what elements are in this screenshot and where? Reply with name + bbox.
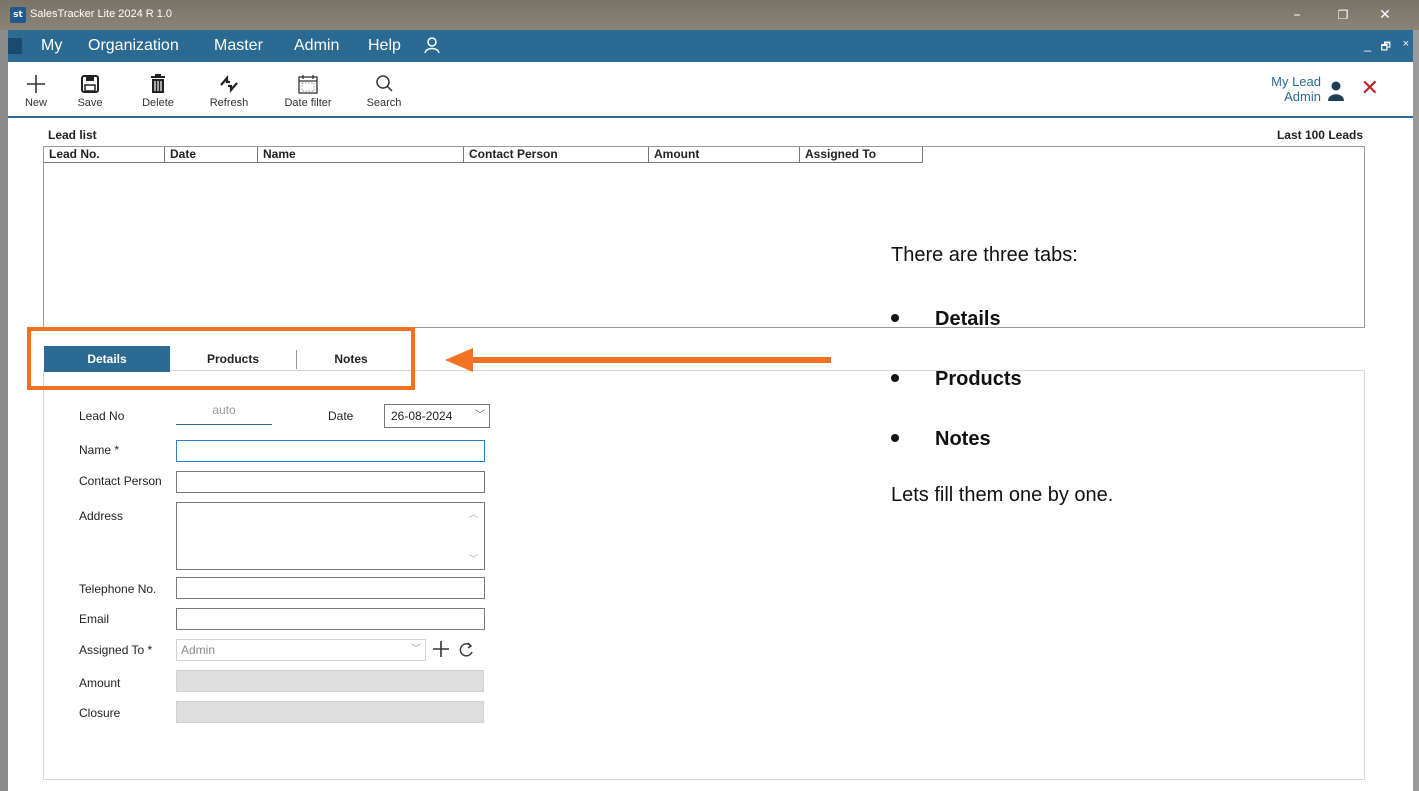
save-button[interactable]: Save [74, 72, 106, 109]
calendar-icon [298, 75, 318, 94]
closure-input [176, 701, 484, 723]
amount-input [176, 670, 484, 692]
assigned-to-select[interactable]: Admin ﹀ [176, 639, 426, 661]
menu-bar: My Organization Master Admin Help _ 🗗 × [8, 30, 1413, 62]
reload-icon[interactable] [457, 640, 475, 660]
contact-person-input[interactable] [176, 471, 485, 493]
minimize-button[interactable]: – [1282, 4, 1312, 26]
assigned-to-label: Assigned To * [79, 643, 153, 657]
menu-system-icon [8, 38, 22, 54]
menu-organization[interactable]: Organization [88, 37, 179, 55]
callout-bullet-details: Details [891, 308, 1001, 331]
lead-no-label: Lead No [79, 409, 125, 423]
context-user: Admin [1284, 89, 1321, 104]
delete-label: Delete [142, 97, 174, 109]
callout-bullet-notes: Notes [891, 428, 991, 451]
telephone-input[interactable] [176, 577, 485, 599]
lead-list-label: Lead list [48, 128, 97, 142]
scroll-down-icon[interactable]: ﹀ [469, 552, 478, 565]
email-input[interactable] [176, 608, 485, 630]
lead-no-field: auto [176, 403, 272, 425]
context-title: My Lead [1271, 74, 1321, 89]
callout-bullet-text: Details [935, 308, 1001, 330]
tabs-highlight-box [27, 327, 415, 390]
address-label: Address [79, 509, 124, 523]
callout-arrow [445, 348, 831, 372]
bullet-dot-icon [891, 433, 899, 442]
column-assigned-to[interactable]: Assigned To [800, 147, 923, 163]
callout-bullet-text: Notes [935, 428, 991, 450]
window-title: SalesTracker Lite 2024 R 1.0 [30, 8, 173, 20]
context-info: My Lead Admin [1271, 74, 1321, 104]
refresh-icon [220, 75, 238, 93]
column-name[interactable]: Name [258, 147, 464, 163]
save-label: Save [77, 97, 103, 109]
bullet-dot-icon [891, 373, 899, 382]
menu-admin[interactable]: Admin [294, 37, 339, 55]
date-filter-label: Date filter [284, 97, 332, 109]
callout-outro: Lets fill them one by one. [891, 484, 1114, 506]
name-input[interactable] [176, 440, 485, 462]
column-date[interactable]: Date [165, 147, 258, 163]
app-logo-icon: st [10, 7, 26, 23]
lead-list-header: Lead No. Date Name Contact Person Amount… [44, 147, 923, 163]
user-avatar-icon [1328, 81, 1344, 101]
bullet-dot-icon [891, 313, 899, 322]
mdi-minimize-button[interactable]: _ [1364, 38, 1371, 52]
callout-bullet-text: Products [935, 368, 1022, 390]
mdi-close-button[interactable]: × [1403, 38, 1409, 50]
new-button[interactable]: New [20, 72, 52, 109]
column-amount[interactable]: Amount [649, 147, 800, 163]
close-window-button[interactable]: ✕ [1370, 4, 1400, 26]
trash-icon [151, 74, 165, 93]
lead-list-grid[interactable]: Lead No. Date Name Contact Person Amount… [43, 146, 1365, 328]
title-bar: st SalesTracker Lite 2024 R 1.0 – ❐ ✕ [0, 0, 1419, 30]
date-filter-button[interactable]: Date filter [276, 72, 340, 109]
search-icon [376, 75, 393, 92]
name-label: Name * [79, 443, 120, 457]
contact-person-label: Contact Person [79, 474, 162, 488]
chevron-down-icon: ﹀ [475, 410, 485, 421]
user-profile-icon[interactable] [422, 35, 442, 55]
callout-bullet-products: Products [891, 368, 1022, 391]
column-lead-no[interactable]: Lead No. [44, 147, 165, 163]
new-label: New [24, 97, 47, 109]
column-contact-person[interactable]: Contact Person [464, 147, 649, 163]
closure-label: Closure [79, 706, 121, 720]
plus-icon [27, 75, 45, 93]
delete-button[interactable]: Delete [136, 72, 180, 109]
date-label: Date [328, 409, 354, 423]
menu-my[interactable]: My [41, 37, 62, 55]
add-user-icon[interactable] [431, 638, 451, 660]
save-icon [81, 75, 99, 93]
close-form-button[interactable]: ✕ [1361, 76, 1379, 101]
email-label: Email [79, 612, 110, 626]
chevron-down-icon: ﹀ [411, 644, 421, 655]
search-button[interactable]: Search [364, 72, 404, 109]
date-picker[interactable]: 26-08-2024 ﹀ [384, 404, 490, 428]
callout-intro: There are three tabs: [891, 244, 1078, 266]
date-value: 26-08-2024 [391, 409, 453, 423]
assigned-to-value: Admin [181, 643, 216, 657]
amount-label: Amount [79, 676, 121, 690]
mdi-restore-button[interactable]: 🗗 [1381, 38, 1391, 57]
refresh-button[interactable]: Refresh [206, 72, 252, 109]
last-leads-label: Last 100 Leads [1276, 128, 1363, 142]
address-textarea[interactable]: ︿ ﹀ [176, 502, 485, 570]
refresh-label: Refresh [209, 97, 249, 109]
telephone-label: Telephone No. [79, 582, 157, 596]
scroll-up-icon[interactable]: ︿ [469, 507, 478, 520]
toolbar: New Save Delete Refresh Date filter Sear… [8, 62, 1413, 118]
menu-help[interactable]: Help [368, 37, 401, 55]
menu-master[interactable]: Master [214, 37, 263, 55]
search-label: Search [366, 97, 402, 109]
maximize-button[interactable]: ❐ [1328, 4, 1358, 26]
